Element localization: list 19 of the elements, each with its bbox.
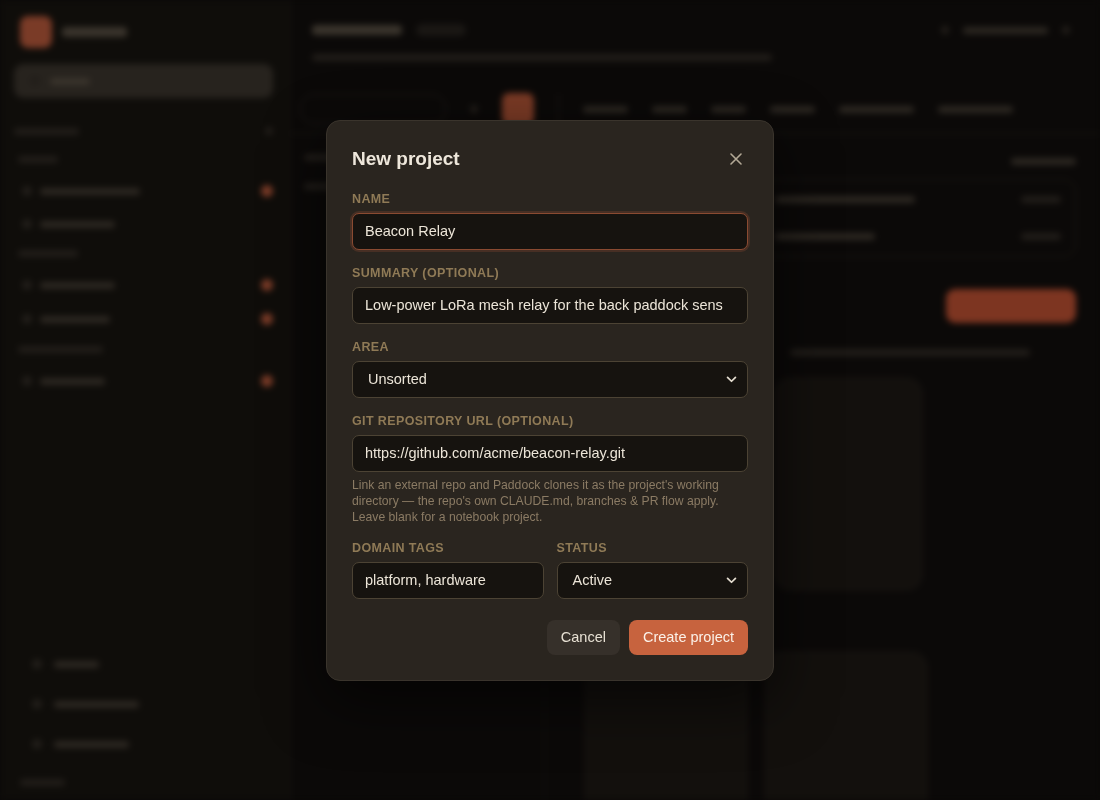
cancel-button[interactable]: Cancel <box>546 619 620 655</box>
field-label: SUMMARY (OPTIONAL) <box>352 264 501 281</box>
text-input[interactable]: Low-power LoRa mesh relay for the back paddock sens <box>352 286 748 324</box>
dropdown-select[interactable]: Active <box>556 561 748 599</box>
text-input[interactable]: https://github.com/acme/beacon-relay.git <box>352 434 748 472</box>
chevron-icon <box>726 576 737 584</box>
dropdown-select[interactable]: Unsorted <box>352 360 748 398</box>
dialog-title: New project <box>352 147 460 170</box>
chevron-icon <box>726 375 737 383</box>
field-label: AREA <box>352 338 390 355</box>
close-icon[interactable] <box>730 152 742 165</box>
help-text: Link an external repo and Paddock clones it as the project's working directory — the repo's own CLAUDE.md, branches & PR flow apply. Leave blank for a notebook project. <box>352 476 720 525</box>
text-input[interactable]: Beacon Relay <box>352 212 748 250</box>
field-label: NAME <box>352 190 392 207</box>
field-label: GIT REPOSITORY URL (OPTIONAL) <box>352 412 575 429</box>
field-label: DOMAIN TAGS <box>352 539 446 556</box>
field-label: STATUS <box>556 539 608 556</box>
text-input[interactable]: platform, hardware <box>352 561 544 599</box>
submit-button[interactable]: Create project <box>628 619 748 655</box>
